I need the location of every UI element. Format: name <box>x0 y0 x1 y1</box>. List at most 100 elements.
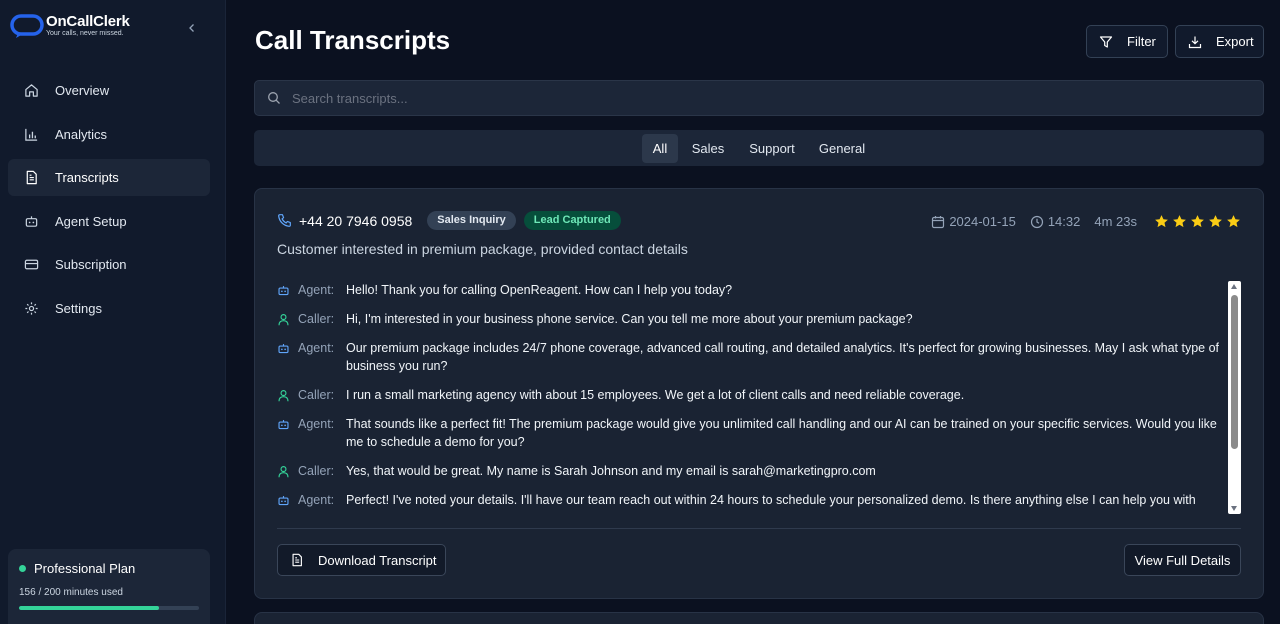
home-icon <box>23 83 39 99</box>
star-icon <box>1173 215 1186 228</box>
transcript-message: Agent: Hello! Thank you for calling OpenR… <box>277 281 1221 299</box>
sidebar: OnCallClerk Your calls, never missed. Ov… <box>0 0 226 624</box>
document-icon <box>290 553 304 567</box>
message-speaker: Caller: <box>298 388 335 402</box>
message-text: Yes, that would be great. My name is Sar… <box>346 464 876 478</box>
status-badge: Lead Captured <box>523 211 621 230</box>
transcript-messages[interactable]: Agent: Hello! Thank you for calling OpenR… <box>277 281 1221 513</box>
user-icon <box>277 462 291 480</box>
brand[interactable]: OnCallClerk Your calls, never missed. <box>10 13 130 39</box>
bot-icon <box>277 491 291 509</box>
sidebar-item-settings[interactable]: Settings <box>8 290 210 327</box>
call-time: 14:32 <box>1047 214 1081 229</box>
phone-icon <box>277 213 293 229</box>
download-transcript-button[interactable]: Download Transcript <box>277 544 446 576</box>
filter-button-label: Filter <box>1127 34 1156 49</box>
download-transcript-label: Download Transcript <box>318 552 437 568</box>
message-speaker: Agent: <box>298 341 335 355</box>
message-text: That sounds like a perfect fit! The prem… <box>346 417 1217 449</box>
sidebar-item-label: Settings <box>55 300 102 316</box>
call-meta: 2024-01-15 14:32 4m 23s <box>931 214 1241 229</box>
tab-general[interactable]: General <box>811 134 873 163</box>
caller-phone-number: +44 20 7946 0958 <box>299 212 413 229</box>
transcript-message: Caller: I run a small marketing agency wi… <box>277 386 1221 404</box>
plan-status-dot-icon <box>19 565 26 572</box>
search-icon <box>267 91 281 105</box>
sidebar-item-label: Overview <box>55 83 110 98</box>
rating-stars <box>1151 214 1241 229</box>
user-icon <box>277 386 291 404</box>
category-badge: Sales Inquiry <box>427 211 516 230</box>
message-text: Hello! Thank you for calling OpenReagent… <box>346 283 733 297</box>
star-icon <box>1227 215 1240 228</box>
call-date: 2024-01-15 <box>949 214 1016 229</box>
chevron-left-icon <box>189 24 194 32</box>
gear-icon <box>23 300 39 316</box>
message-speaker: Caller: <box>298 312 335 326</box>
sidebar-item-transcripts[interactable]: Transcripts <box>8 159 210 196</box>
plan-usage-bar <box>19 606 199 610</box>
filter-button[interactable]: Filter <box>1086 25 1168 58</box>
view-full-details-button[interactable]: View Full Details <box>1124 544 1241 576</box>
bot-icon <box>277 281 291 299</box>
transcript-message: Agent: Perfect! I've noted your details. … <box>277 491 1221 509</box>
transcript-message: Caller: Hi, I'm interested in your busine… <box>277 310 1221 328</box>
plan-usage-text: 156 / 200 minutes used <box>19 587 123 598</box>
star-icon <box>1209 215 1222 228</box>
transcript-message: Agent: Our premium package includes 24/7 … <box>277 339 1221 375</box>
call-summary: Customer interested in premium package, … <box>277 241 688 257</box>
bar-chart-icon <box>23 126 39 142</box>
export-button-label: Export <box>1216 34 1254 49</box>
card-divider <box>277 528 1241 529</box>
tab-support[interactable]: Support <box>741 134 803 163</box>
bot-icon <box>23 213 39 229</box>
transcript-card-next <box>254 612 1264 624</box>
message-speaker: Agent: <box>298 417 335 431</box>
brand-name: OnCallClerk <box>46 13 130 30</box>
user-icon <box>277 310 291 328</box>
scroll-down-arrow-icon[interactable] <box>1231 506 1237 511</box>
sidebar-item-overview[interactable]: Overview <box>8 72 210 109</box>
brand-logo-icon <box>10 13 44 39</box>
star-icon <box>1155 215 1168 228</box>
collapse-sidebar-button[interactable] <box>183 19 201 37</box>
sidebar-item-subscription[interactable]: Subscription <box>8 246 210 283</box>
sidebar-item-analytics[interactable]: Analytics <box>8 116 210 153</box>
document-icon <box>23 170 39 186</box>
plan-card: Professional Plan 156 / 200 minutes used <box>8 549 210 624</box>
calendar-icon <box>931 215 945 229</box>
export-button[interactable]: Export <box>1175 25 1264 58</box>
call-duration: 4m 23s <box>1094 214 1137 229</box>
sidebar-item-label: Transcripts <box>55 170 119 185</box>
scrollbar-thumb[interactable] <box>1231 295 1238 449</box>
tab-sales[interactable]: Sales <box>684 134 732 163</box>
message-text: Perfect! I've noted your details. I'll h… <box>346 493 1196 507</box>
search-input[interactable] <box>292 90 1192 106</box>
message-text: Our premium package includes 24/7 phone … <box>346 341 1220 373</box>
filter-icon <box>1099 35 1113 49</box>
sidebar-item-label: Agent Setup <box>55 213 127 229</box>
message-speaker: Caller: <box>298 464 335 478</box>
message-speaker: Agent: <box>298 493 335 507</box>
sidebar-nav: Overview Analytics Transcripts Agent Set… <box>8 72 210 333</box>
clock-icon <box>1030 215 1044 229</box>
transcript-message: Agent: That sounds like a perfect fit! Th… <box>277 415 1221 451</box>
message-text: Hi, I'm interested in your business phon… <box>346 312 913 326</box>
bot-icon <box>277 339 291 357</box>
tab-all[interactable]: All <box>642 134 678 163</box>
message-text: I run a small marketing agency with abou… <box>346 388 965 402</box>
scroll-up-arrow-icon[interactable] <box>1231 284 1237 289</box>
sidebar-item-label: Subscription <box>55 257 127 272</box>
plan-name: Professional Plan <box>34 561 136 576</box>
credit-card-icon <box>23 257 39 273</box>
category-tabs: All Sales Support General <box>254 130 1264 166</box>
transcript-card: +44 20 7946 0958 Sales Inquiry Lead Capt… <box>254 188 1264 599</box>
download-icon <box>1188 35 1202 49</box>
transcript-scrollbar[interactable] <box>1228 281 1241 514</box>
page-title: Call Transcripts <box>255 25 451 55</box>
transcript-message: Caller: Yes, that would be great. My name… <box>277 462 1221 480</box>
plan-usage-bar-fill <box>19 606 160 610</box>
bot-icon <box>277 415 291 433</box>
search-bar <box>254 80 1264 116</box>
sidebar-item-agent-setup[interactable]: Agent Setup <box>8 203 210 240</box>
